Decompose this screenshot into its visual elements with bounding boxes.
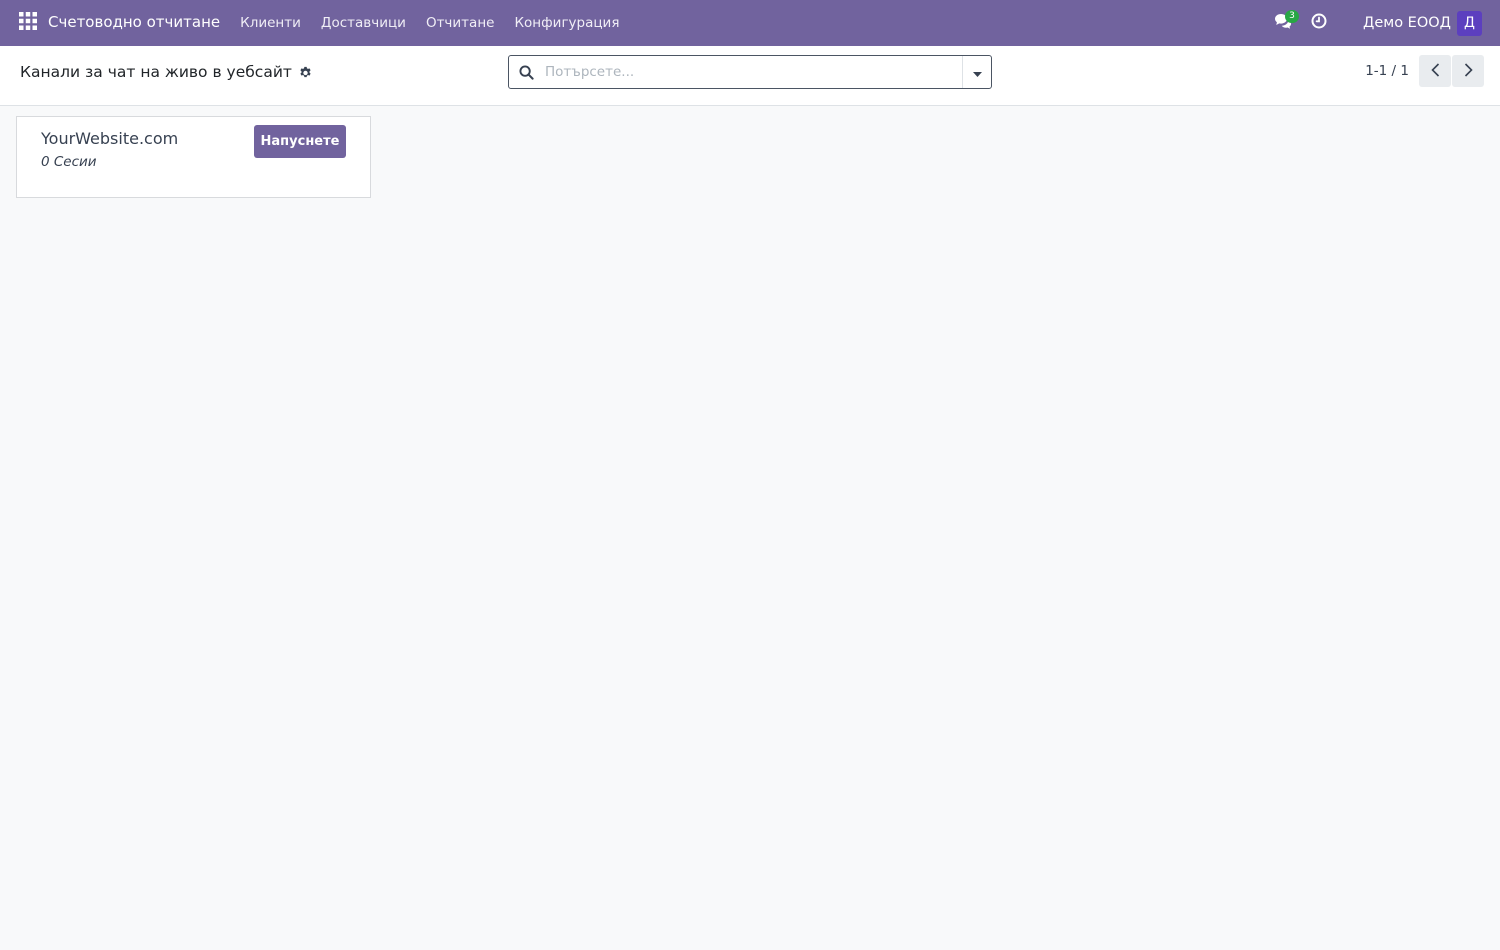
pager-previous-button[interactable] [1419, 55, 1451, 87]
channel-sessions-count: 0 Сесии [41, 154, 97, 170]
control-panel: Канали за чат на живо в уебсайт 1-1 / 1 [0, 46, 1500, 106]
messages-count-badge: 3 [1285, 10, 1300, 23]
search-options-toggle[interactable] [962, 56, 991, 88]
user-avatar[interactable]: Д [1457, 10, 1482, 36]
grid-icon [19, 12, 37, 34]
search-icon [509, 56, 543, 88]
chevron-right-icon [1464, 62, 1473, 81]
menu-item-configuration[interactable]: Конфигурация [504, 0, 629, 46]
app-name[interactable]: Счетоводно отчитане [46, 0, 230, 46]
channel-card[interactable]: YourWebsite.com 0 Сесии Напуснете [16, 116, 371, 198]
pager-next-button[interactable] [1452, 55, 1484, 87]
menu-item-customers[interactable]: Клиенти [230, 0, 311, 46]
systray: 3 Демо ЕООД Д [1265, 0, 1500, 46]
pager-value[interactable]: 1-1 / 1 [1365, 63, 1409, 79]
clock-icon [1311, 13, 1327, 33]
leave-channel-button[interactable]: Напуснете [254, 125, 346, 158]
pager: 1-1 / 1 [1365, 55, 1484, 87]
menu-item-reporting[interactable]: Отчитане [416, 0, 505, 46]
search-bar [508, 55, 992, 89]
search-input[interactable] [543, 57, 962, 87]
company-name[interactable]: Демо ЕООД [1363, 15, 1451, 31]
top-navbar: Счетоводно отчитане Клиенти Доставчици О… [0, 0, 1500, 46]
chevron-left-icon [1430, 62, 1440, 81]
main-menu: Клиенти Доставчици Отчитане Конфигурация [230, 0, 629, 46]
channel-title: YourWebsite.com [41, 129, 179, 148]
messages-button[interactable]: 3 [1265, 0, 1301, 46]
gear-icon[interactable] [299, 66, 312, 79]
caret-down-icon [972, 63, 982, 82]
apps-menu-button[interactable] [10, 0, 46, 46]
activities-button[interactable] [1301, 0, 1337, 46]
menu-item-vendors[interactable]: Доставчици [311, 0, 416, 46]
page-title: Канали за чат на живо в уебсайт [20, 63, 292, 81]
breadcrumb: Канали за чат на живо в уебсайт [20, 62, 312, 82]
